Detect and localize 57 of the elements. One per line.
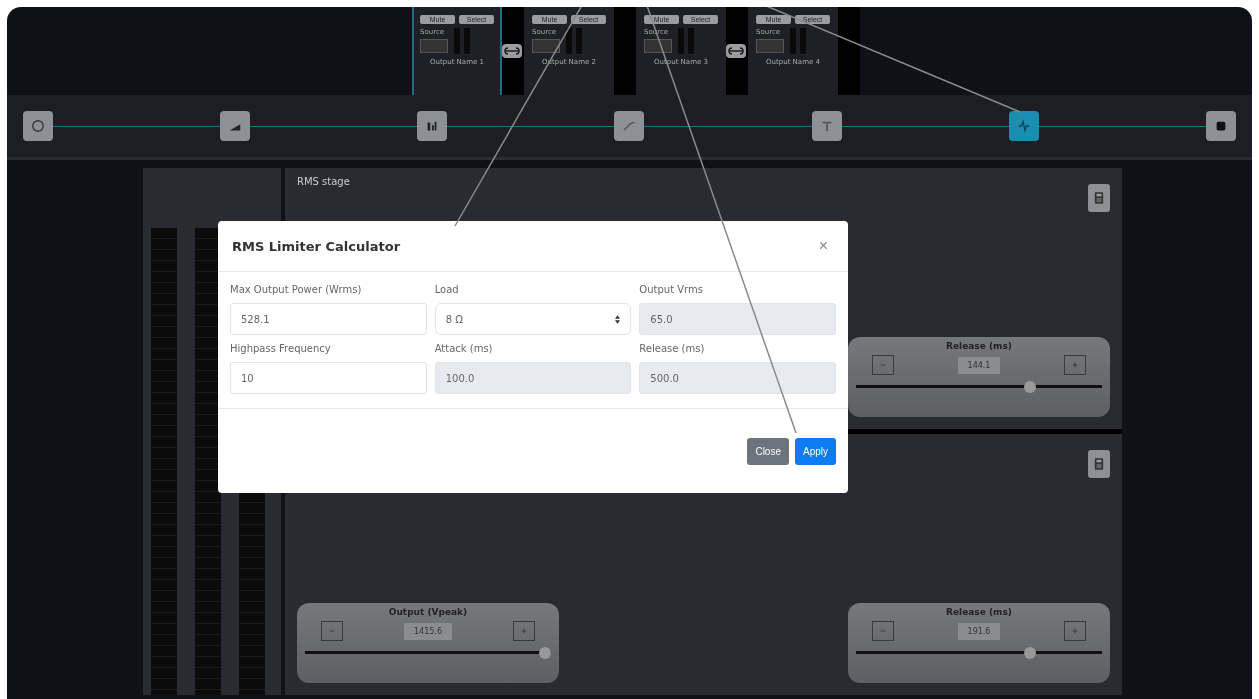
field-label: Release (ms) (639, 343, 706, 354)
control-label: Release (ms) (946, 341, 1012, 351)
plus-icon (1071, 361, 1079, 369)
link-icon[interactable] (726, 44, 746, 58)
t-icon[interactable] (811, 111, 842, 141)
decrement-button[interactable] (321, 621, 343, 641)
level-meter-drawing (454, 28, 470, 54)
field-label: Highpass Frequency (230, 343, 332, 354)
minus-icon (879, 627, 887, 635)
input-field[interactable]: 528.1 (230, 303, 427, 335)
calculator-icon[interactable] (1088, 450, 1110, 478)
value-field[interactable]: 144.1 (957, 356, 1001, 374)
input-field[interactable]: 65.0 (639, 303, 836, 335)
slider-thumb[interactable] (1024, 381, 1037, 393)
slider-thumb[interactable] (539, 647, 551, 659)
control-label: Output (Vpeak) (388, 607, 468, 617)
bars-icon[interactable] (417, 111, 448, 141)
field-label: Load (434, 284, 460, 295)
dialog-title: RMS Limiter Calculator (232, 238, 401, 254)
close-button[interactable]: × (812, 236, 834, 256)
field-label: Attack (ms) (434, 343, 494, 354)
increment-button[interactable] (1064, 621, 1086, 641)
decrement-button[interactable] (872, 621, 894, 641)
value-field[interactable]: 191.6 (957, 622, 1001, 640)
source-field[interactable] (532, 39, 560, 53)
level-meter-drawing (678, 28, 694, 54)
minus-icon (879, 361, 887, 369)
stage-title: RMS stage (297, 176, 350, 187)
control-label: Release (ms) (946, 607, 1012, 617)
ramp-icon[interactable] (220, 111, 251, 141)
level-meter-drawing (790, 28, 806, 54)
plus-icon (1071, 627, 1079, 635)
select-caret-icon (615, 314, 621, 324)
field-label: Max Output Power (Wrms) (230, 284, 363, 295)
source-field[interactable] (644, 39, 672, 53)
slider-thumb[interactable] (1024, 647, 1037, 659)
source-field[interactable] (756, 39, 784, 53)
apply-button[interactable]: Apply (795, 437, 836, 465)
plus-icon (520, 627, 528, 635)
box-icon[interactable] (1205, 111, 1236, 141)
wave-icon[interactable] (1008, 111, 1039, 141)
decrement-button[interactable] (872, 355, 894, 375)
value-field[interactable]: 1415.6 (404, 622, 452, 640)
source-field[interactable] (420, 39, 448, 53)
field-label: Output Vrms (639, 284, 704, 295)
level-meter-drawing (566, 28, 582, 54)
increment-button[interactable] (513, 621, 535, 641)
minus-icon (328, 627, 336, 635)
input-field[interactable]: 10 (230, 362, 427, 394)
input-field[interactable]: 100.0 (434, 362, 632, 394)
increment-button[interactable] (1064, 355, 1086, 375)
curve-icon[interactable] (614, 111, 645, 141)
input-field[interactable]: 500.0 (639, 362, 836, 394)
load-dropdown[interactable]: 8 Ω (434, 303, 632, 335)
calculator-icon[interactable] (1088, 184, 1110, 212)
link-icon[interactable] (502, 44, 522, 58)
close-dialog-button[interactable]: Close (747, 437, 789, 465)
